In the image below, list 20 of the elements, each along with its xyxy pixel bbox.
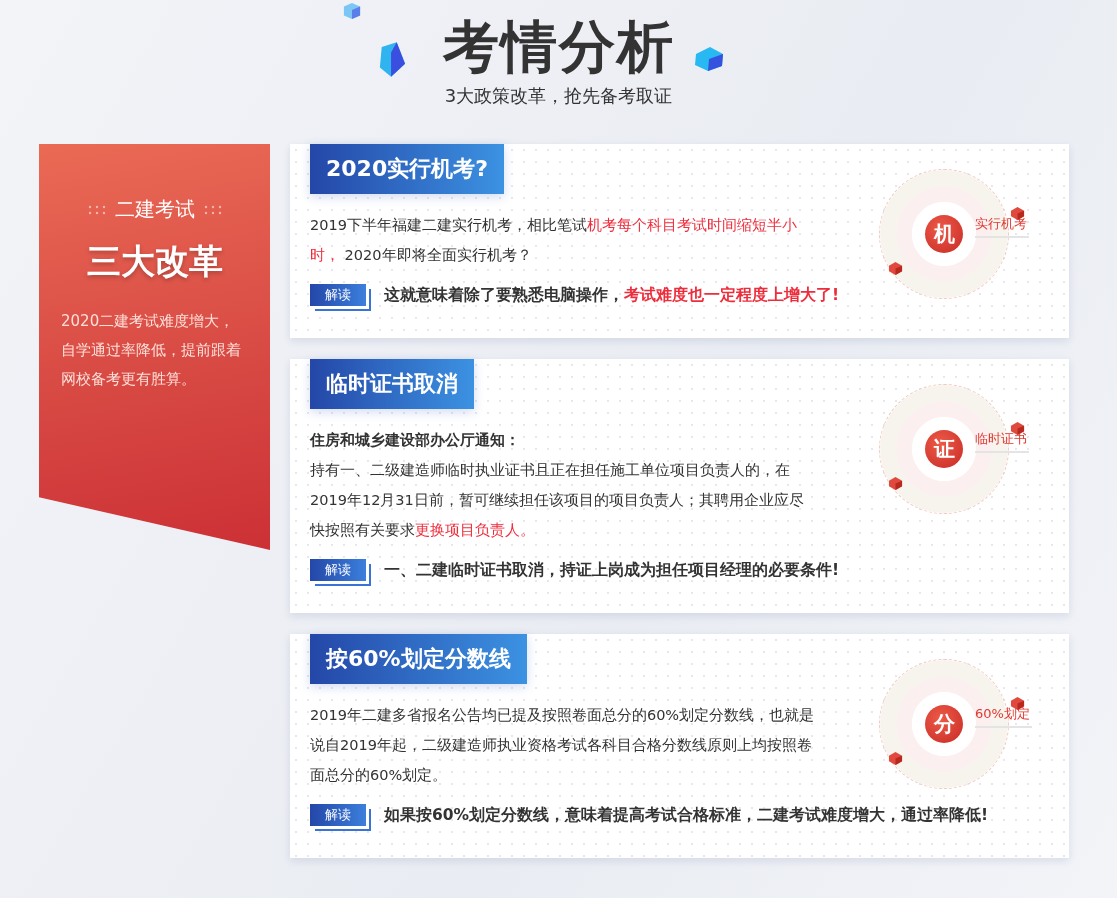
cube-icon	[694, 46, 724, 72]
cube-icon	[888, 476, 903, 491]
cube-icon	[343, 2, 361, 20]
card-title: 2020实行机考?	[310, 144, 504, 194]
card-title: 按60%划定分数线	[310, 634, 527, 684]
card-title: 临时证书取消	[310, 359, 474, 409]
page-subtitle: 3大政策改革，抢先备考取证	[444, 84, 673, 108]
card-text: 持有一、二级建造师临时执业证书且正在担任施工单位项目负责人的，在2019年12月31日前，暂可继续担任该项目的项目负责人；其聘用企业应尽快按照有关要求更换项目负责人。	[310, 461, 805, 540]
card-text: 2019年二建多省报名公告均已提及按照卷面总分的60%划定分数线，也就是说自2019年起，二级建造师执业资格考试各科目合格分数线原则上均按照卷面总分的60%划定。	[310, 706, 815, 785]
intro-kicker: 二建考试	[114, 196, 195, 223]
notice-heading: 住房和城乡建设部办公厅通知：	[310, 430, 521, 451]
conclusion-text: 这就意味着除了要熟悉电脑操作，考试难度也一定程度上增大了!	[384, 284, 840, 306]
page-title: 考情分析	[442, 13, 675, 81]
conclusion-text: 如果按60%划定分数线，意味着提高考试合格标准，二建考试难度增大，通过率降低!	[384, 804, 989, 826]
card-text: 2019下半年福建二建实行机考，相比笔试机考每个科目考试时间缩短半小时， 2020年即将全面实行机考？	[310, 216, 798, 265]
cube-icon	[888, 751, 903, 766]
cube-icon	[888, 261, 903, 276]
conclusion-text: 一、二建临时证书取消，持证上岗成为担任项目经理的必要条件!	[384, 559, 840, 581]
intro-headline: 三大改革	[86, 240, 223, 283]
intro-text: 2020二建考试难度增大，自学通过率降低，提前跟着网校备考更有胜算。	[60, 311, 242, 390]
